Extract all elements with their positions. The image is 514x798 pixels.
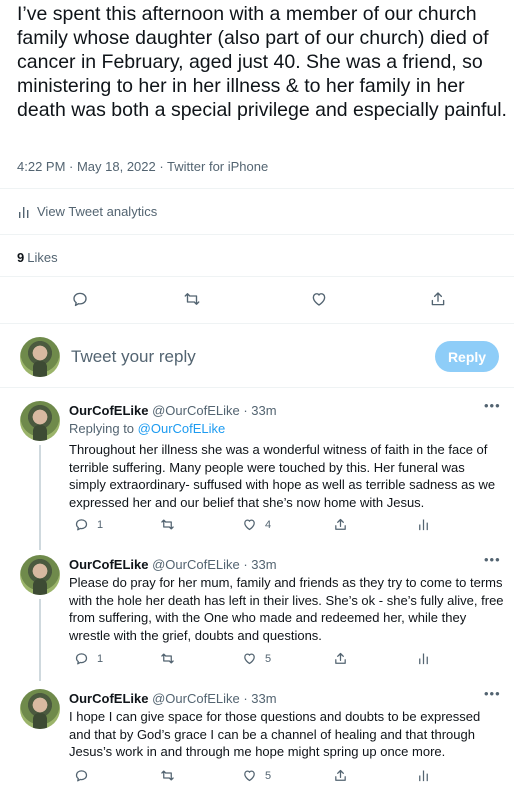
- like-count: 4: [265, 518, 272, 531]
- divider: [0, 323, 514, 324]
- avatar[interactable]: [20, 555, 60, 595]
- share-icon[interactable]: [333, 768, 348, 783]
- reply-action-bar: 1 4: [0, 517, 514, 537]
- reply-text: Throughout her illness she was a wonderf…: [69, 442, 496, 510]
- retweet-icon[interactable]: [179, 286, 205, 312]
- display-name[interactable]: OurCofELike: [69, 557, 148, 572]
- analytics-label: View Tweet analytics: [37, 204, 158, 219]
- tweet-meta[interactable]: 4:22 PM · May 18, 2022 · Twitter for iPh…: [17, 159, 268, 174]
- tweet-action-bar: [0, 286, 514, 316]
- share-icon[interactable]: [425, 286, 451, 312]
- reply-button[interactable]: Reply: [435, 341, 499, 372]
- reply-action-bar: 5: [0, 768, 514, 788]
- more-icon[interactable]: •••: [484, 686, 501, 701]
- reply-count: 1: [97, 518, 104, 531]
- view-analytics-link[interactable]: View Tweet analytics: [17, 204, 157, 219]
- reply-text: Please do pray for her mum, family and f…: [69, 575, 504, 643]
- likes-label: Likes: [27, 250, 58, 265]
- divider: [0, 387, 514, 388]
- handle-time: @OurCofELike · 33m: [152, 557, 277, 572]
- replying-to: Replying to @OurCofELike: [69, 421, 225, 436]
- divider: [0, 234, 514, 235]
- retweet-icon[interactable]: [160, 768, 175, 783]
- reply-header: OurCofELike @OurCofELike · 33m: [69, 403, 277, 418]
- retweet-icon[interactable]: [160, 651, 175, 666]
- reply-text: I hope I can give space for those questi…: [69, 709, 481, 759]
- like-icon[interactable]: [306, 286, 332, 312]
- reply-compose-input[interactable]: Tweet your reply: [71, 347, 196, 367]
- like-icon[interactable]: 5: [242, 768, 271, 783]
- display-name[interactable]: OurCofELike: [69, 691, 148, 706]
- replying-to-handle[interactable]: @OurCofELike: [138, 421, 226, 436]
- analytics-icon: [19, 206, 29, 218]
- avatar[interactable]: [20, 337, 60, 377]
- like-icon[interactable]: 5: [242, 651, 271, 666]
- share-icon[interactable]: [333, 651, 348, 666]
- reply-header: OurCofELike @OurCofELike · 33m: [69, 691, 277, 706]
- tweet-text: I’ve spent this afternoon with a member …: [17, 3, 507, 121]
- likes-count: 9: [17, 250, 25, 265]
- divider: [0, 188, 514, 189]
- reply-count: 1: [97, 652, 104, 665]
- analytics-icon[interactable]: [416, 651, 431, 666]
- handle-time: @OurCofELike · 33m: [152, 403, 277, 418]
- more-icon[interactable]: •••: [484, 552, 501, 567]
- like-icon[interactable]: 4: [242, 517, 271, 532]
- handle-time: @OurCofELike · 33m: [152, 691, 277, 706]
- reply-icon[interactable]: [67, 286, 93, 312]
- likes-count-link[interactable]: 9 Likes: [17, 250, 58, 265]
- more-icon[interactable]: •••: [484, 398, 501, 413]
- replying-to-prefix: Replying to: [69, 421, 138, 436]
- like-count: 5: [265, 769, 272, 782]
- avatar[interactable]: [20, 689, 60, 729]
- reply-action-bar: 1 5: [0, 651, 514, 671]
- reply-header: OurCofELike @OurCofELike · 33m: [69, 557, 277, 572]
- share-icon[interactable]: [333, 517, 348, 532]
- like-count: 5: [265, 652, 272, 665]
- divider: [0, 276, 514, 277]
- reply-icon[interactable]: 1: [74, 651, 103, 666]
- display-name[interactable]: OurCofELike: [69, 403, 148, 418]
- analytics-icon[interactable]: [416, 517, 431, 532]
- reply-icon[interactable]: [74, 768, 97, 783]
- retweet-icon[interactable]: [160, 517, 175, 532]
- avatar[interactable]: [20, 401, 60, 441]
- analytics-icon[interactable]: [416, 768, 431, 783]
- reply-icon[interactable]: 1: [74, 517, 103, 532]
